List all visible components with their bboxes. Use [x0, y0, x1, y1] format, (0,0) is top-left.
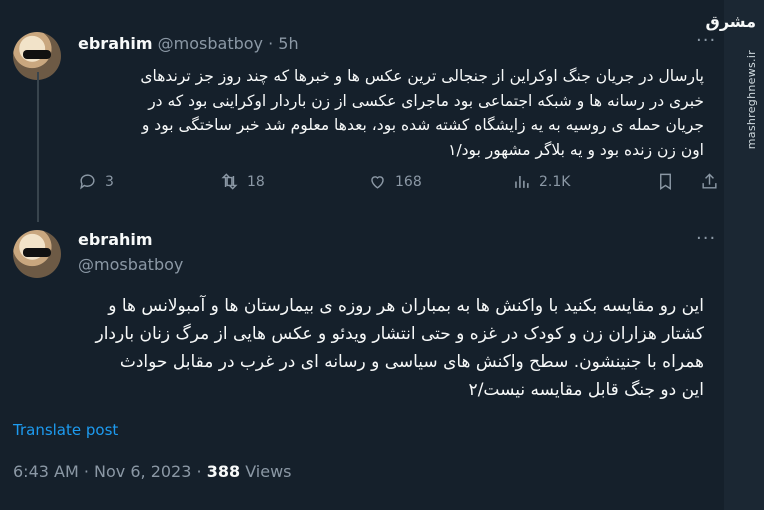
more-options-icon[interactable]: ··· — [696, 30, 716, 51]
avatar[interactable] — [13, 230, 61, 278]
tweet2-line: این دو جنگ قابل مقایسه نیست/۲ — [468, 380, 704, 400]
share-button[interactable] — [700, 172, 727, 191]
views-total: 388 — [206, 462, 241, 481]
author-name[interactable]: ebrahim — [78, 230, 153, 249]
views-button[interactable]: 2.1K — [512, 172, 570, 191]
tweet1-text: پارسال در جریان جنگ اوکراین از جنجالی تر… — [64, 64, 704, 162]
bookmark-button[interactable] — [656, 172, 683, 191]
reply-icon — [80, 174, 95, 190]
translate-post-link[interactable]: Translate post — [13, 421, 118, 439]
analytics-icon — [515, 175, 529, 188]
more-options-icon[interactable]: ··· — [696, 228, 716, 249]
bookmark-icon — [660, 173, 671, 190]
tweet1-line: اون زن زنده بود و یه بلاگر مشهور بود/۱ — [448, 140, 704, 159]
thread-line — [37, 72, 39, 222]
retweet-count: 18 — [247, 173, 265, 190]
tweet2-line: این رو مقایسه بکنید با واکنش ها به بمبار… — [108, 296, 704, 316]
share-icon — [702, 173, 717, 189]
tweet1-line: جریان حمله ی روسیه به یه زایشگاه کشته شد… — [141, 116, 704, 134]
retweet-button[interactable]: 18 — [220, 172, 265, 191]
tweet2-line: همراه با جنینشون. سطح واکنش های سیاسی و … — [119, 352, 704, 372]
author-handle[interactable]: @mosbatboy — [78, 255, 183, 274]
separator-dot: · — [196, 462, 202, 481]
post-time[interactable]: 5h — [278, 34, 298, 53]
reply-count: 3 — [105, 173, 114, 190]
tweet2-line: کشتار هزاران زن و کودک در غزه و حتی انتش… — [95, 324, 704, 344]
action-bar: 3 18 168 2.1K — [78, 172, 718, 200]
like-count: 168 — [395, 173, 422, 190]
separator-dot: · — [268, 34, 274, 53]
views-label: Views — [245, 462, 292, 481]
post-meta: 6:43 AM · Nov 6, 2023 · 388 Views — [13, 462, 292, 481]
views-count: 2.1K — [539, 173, 571, 190]
reply-button[interactable]: 3 — [78, 172, 114, 191]
watermark-url: mashreghnews.ir — [745, 50, 758, 150]
heart-icon — [371, 176, 384, 189]
tweet1-line: خبری در رسانه ها و شبکه اجتماعی بود ماجر… — [148, 91, 704, 110]
post-timestamp[interactable]: 6:43 AM · Nov 6, 2023 — [13, 462, 191, 481]
author-name[interactable]: ebrahim — [78, 34, 153, 53]
tweet1-line: پارسال در جریان جنگ اوکراین از جنجالی تر… — [140, 67, 704, 85]
like-button[interactable]: 168 — [368, 172, 422, 191]
watermark-strip: مشرق mashreghnews.ir — [706, 0, 764, 510]
mashregh-logo: مشرق — [705, 12, 756, 31]
retweet-icon — [221, 173, 238, 190]
author-handle[interactable]: @mosbatboy — [158, 34, 263, 53]
tweet2-text: این رو مقایسه بکنید با واکنش ها به بمبار… — [24, 292, 704, 404]
